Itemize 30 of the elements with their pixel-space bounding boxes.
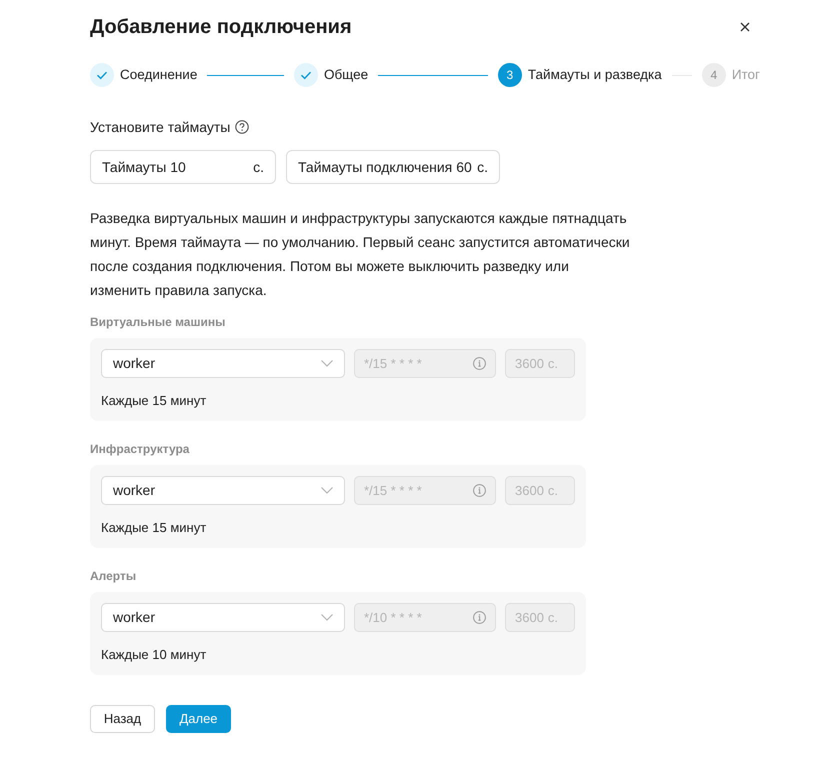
step-label: Таймауты и разведка bbox=[528, 66, 662, 84]
step-number: 3 bbox=[498, 63, 522, 87]
schedule-caption: Каждые 15 минут bbox=[101, 519, 208, 537]
description-text: Разведка виртуальных машин и инфраструктуры запускаются каждые пятнадцать минут. Время таймаута — по умолчанию. Первый сеанс запустится автоматически после создания подключения. Потом вы можете выключить разведку или изменить правила запуска. bbox=[90, 209, 630, 300]
step-label: Общее bbox=[324, 66, 368, 84]
chevron-down-icon bbox=[321, 487, 333, 494]
next-button[interactable]: Далее bbox=[166, 705, 231, 733]
timeout-field[interactable]: Таймауты подключения 60 с. bbox=[286, 150, 500, 184]
timeout-field[interactable]: Таймауты 10 с. bbox=[90, 150, 276, 184]
schedule-caption: Каждые 10 минут bbox=[101, 646, 208, 664]
worker-select[interactable]: worker bbox=[101, 603, 345, 632]
schedule-caption: Каждые 15 минут bbox=[101, 392, 208, 410]
info-icon bbox=[473, 484, 486, 497]
step-label: Итог bbox=[732, 66, 760, 84]
info-icon bbox=[473, 611, 486, 624]
step-label: Соединение bbox=[120, 66, 198, 84]
section-title: Алерты bbox=[90, 568, 138, 584]
info-icon bbox=[473, 357, 486, 370]
section-title: Виртуальные машины bbox=[90, 314, 226, 330]
chevron-down-icon bbox=[321, 360, 333, 367]
worker-select[interactable]: worker bbox=[101, 349, 345, 378]
timeouts-label: Установите таймауты bbox=[90, 118, 230, 137]
chevron-down-icon bbox=[321, 614, 333, 621]
dialog-title: Добавление подключения bbox=[90, 15, 352, 39]
worker-select[interactable]: worker bbox=[101, 476, 345, 505]
back-button[interactable]: Назад bbox=[90, 705, 155, 733]
section-title: Инфраструктура bbox=[90, 441, 190, 457]
close-icon bbox=[740, 22, 750, 32]
help-icon bbox=[235, 120, 250, 134]
step-number: 4 bbox=[702, 63, 726, 87]
